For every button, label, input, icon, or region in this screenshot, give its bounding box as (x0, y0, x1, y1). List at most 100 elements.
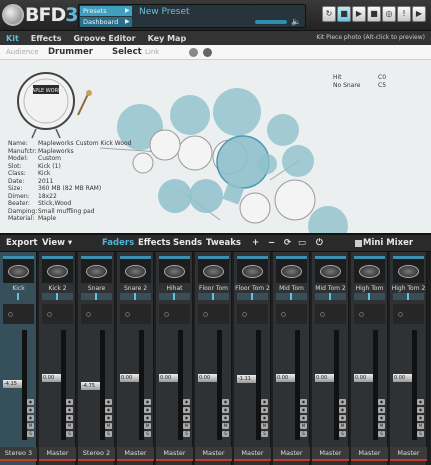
record-button[interactable]: ◎ (382, 6, 396, 22)
channel-drum-icon[interactable] (354, 256, 385, 283)
channel-output-select[interactable]: Master (39, 447, 76, 461)
channel-drum-icon[interactable] (237, 256, 268, 283)
presets-button[interactable]: Presets ▶ (80, 6, 132, 16)
channel-toggle-button[interactable]: ◉ (144, 399, 151, 405)
channel-output-select[interactable]: Master (351, 447, 388, 461)
solo-button[interactable]: S (300, 431, 307, 437)
channel-toggle-button[interactable]: ◉ (378, 415, 385, 421)
channel-output-select[interactable]: Master (312, 447, 349, 461)
channel-toggle-button[interactable]: ◉ (300, 399, 307, 405)
channel-output-select[interactable]: Stereo 3 (0, 447, 37, 461)
channel-insert-slot[interactable] (81, 304, 112, 324)
channel-output-select[interactable]: Master (234, 447, 271, 461)
select-mode-button[interactable]: Select (112, 47, 142, 57)
fader-handle[interactable]: 0.00 (198, 374, 217, 382)
articulation-no-snare[interactable]: No Snare C5 (333, 82, 386, 90)
pan-slider[interactable] (237, 293, 268, 300)
channel-toggle-button[interactable]: ◉ (300, 415, 307, 421)
solo-button[interactable]: S (27, 431, 34, 437)
channel-insert-slot[interactable] (159, 304, 190, 324)
sync-button[interactable]: ■ (337, 6, 351, 22)
pan-slider[interactable] (159, 293, 190, 300)
fader-handle[interactable]: 0.00 (42, 374, 61, 382)
channel-toggle-button[interactable]: ◉ (183, 399, 190, 405)
channel-insert-slot[interactable] (198, 304, 229, 324)
channel-insert-slot[interactable] (3, 304, 34, 324)
kit-pieces[interactable] (117, 88, 348, 233)
channel-output-select[interactable]: Master (273, 447, 310, 461)
solo-button[interactable]: S (339, 431, 346, 437)
master-volume-slider[interactable] (255, 20, 287, 24)
tab-effects[interactable]: Effects (31, 34, 62, 43)
tab-faders[interactable]: Faders (102, 238, 134, 248)
remove-channel-icon[interactable]: − (268, 238, 275, 248)
pan-slider[interactable] (120, 293, 151, 300)
channel-output-select[interactable]: Master (156, 447, 193, 461)
mute-button[interactable]: M (144, 423, 151, 429)
tab-key-map[interactable]: Key Map (148, 34, 187, 43)
pan-slider[interactable] (354, 293, 385, 300)
drummer-view-button[interactable]: Drummer (48, 47, 93, 57)
channel-toggle-button[interactable]: ◉ (339, 415, 346, 421)
mute-button[interactable]: M (183, 423, 190, 429)
channel-output-select[interactable]: Stereo 2 (78, 447, 115, 461)
channel-insert-slot[interactable] (276, 304, 307, 324)
fader-handle[interactable]: 0.00 (276, 374, 295, 382)
channel-toggle-button[interactable]: ◉ (417, 415, 424, 421)
mute-button[interactable]: M (222, 423, 229, 429)
fader-handle[interactable]: -4.15 (3, 380, 22, 388)
mute-button[interactable]: M (27, 423, 34, 429)
mixer-channel[interactable]: Mid Tom 2 0.00 ◉ ◉ ◉ M S Master (312, 252, 349, 465)
channel-toggle-button[interactable]: ◉ (66, 407, 73, 413)
channel-insert-slot[interactable] (237, 304, 268, 324)
channel-insert-slot[interactable] (120, 304, 151, 324)
fader-handle[interactable]: 0.00 (120, 374, 139, 382)
solo-button[interactable]: S (378, 431, 385, 437)
channel-insert-slot[interactable] (354, 304, 385, 324)
preset-name[interactable]: New Preset (139, 7, 190, 17)
mini-mixer-toggle-icon[interactable] (355, 240, 362, 247)
channel-toggle-button[interactable]: ◉ (261, 407, 268, 413)
view-menu[interactable]: View ▾ (42, 238, 72, 248)
mute-button[interactable]: M (261, 423, 268, 429)
mixer-channel[interactable]: High Tom 2 0.00 ◉ ◉ ◉ M S Master (390, 252, 427, 465)
channel-output-select[interactable]: Master (195, 447, 232, 461)
mute-button[interactable]: M (66, 423, 73, 429)
fader-handle[interactable]: -1.11 (237, 375, 256, 383)
channel-toggle-button[interactable]: ◉ (339, 399, 346, 405)
channel-toggle-button[interactable]: ◉ (222, 407, 229, 413)
solo-button[interactable]: S (105, 431, 112, 437)
solo-button[interactable]: S (222, 431, 229, 437)
fader-handle[interactable]: 0.00 (315, 374, 334, 382)
window-icon[interactable]: ▭ (298, 238, 306, 248)
mixer-channel[interactable]: Snare -4.75 ◉ ◉ ◉ M S Stereo 2 (78, 252, 115, 465)
solo-button[interactable]: S (417, 431, 424, 437)
mixer-channel[interactable]: High Tom 0.00 ◉ ◉ ◉ M S Master (351, 252, 388, 465)
channel-drum-icon[interactable] (276, 256, 307, 283)
pan-slider[interactable] (198, 293, 229, 300)
channel-toggle-button[interactable]: ◉ (27, 415, 34, 421)
channel-toggle-button[interactable]: ◉ (222, 399, 229, 405)
forward-button[interactable]: ▶ (412, 6, 426, 22)
channel-drum-icon[interactable] (3, 256, 34, 283)
panic-button[interactable]: ! (397, 6, 411, 22)
channel-toggle-button[interactable]: ◉ (261, 399, 268, 405)
tab-mixer-effects[interactable]: Effects (138, 238, 171, 248)
mixer-channel[interactable]: Mid Tom 0.00 ◉ ◉ ◉ M S Master (273, 252, 310, 465)
pan-slider[interactable] (3, 293, 34, 300)
tab-groove-editor[interactable]: Groove Editor (73, 34, 135, 43)
settings-icon[interactable] (203, 48, 212, 57)
channel-toggle-button[interactable]: ◉ (378, 407, 385, 413)
mixer-channel[interactable]: Kick 2 0.00 ◉ ◉ ◉ M S Master (39, 252, 76, 465)
channel-toggle-button[interactable]: ◉ (378, 399, 385, 405)
fader-handle[interactable]: 0.00 (393, 374, 412, 382)
channel-toggle-button[interactable]: ◉ (261, 415, 268, 421)
solo-button[interactable]: S (183, 431, 190, 437)
refresh-icon[interactable]: ⟳ (284, 238, 291, 248)
articulation-hit[interactable]: Hit C0 (333, 74, 386, 82)
play-button[interactable]: ▶ (352, 6, 366, 22)
pan-slider[interactable] (315, 293, 346, 300)
fader-handle[interactable]: 0.00 (354, 374, 373, 382)
channel-drum-icon[interactable] (159, 256, 190, 283)
mini-mixer-button[interactable]: Mini Mixer (363, 238, 413, 248)
